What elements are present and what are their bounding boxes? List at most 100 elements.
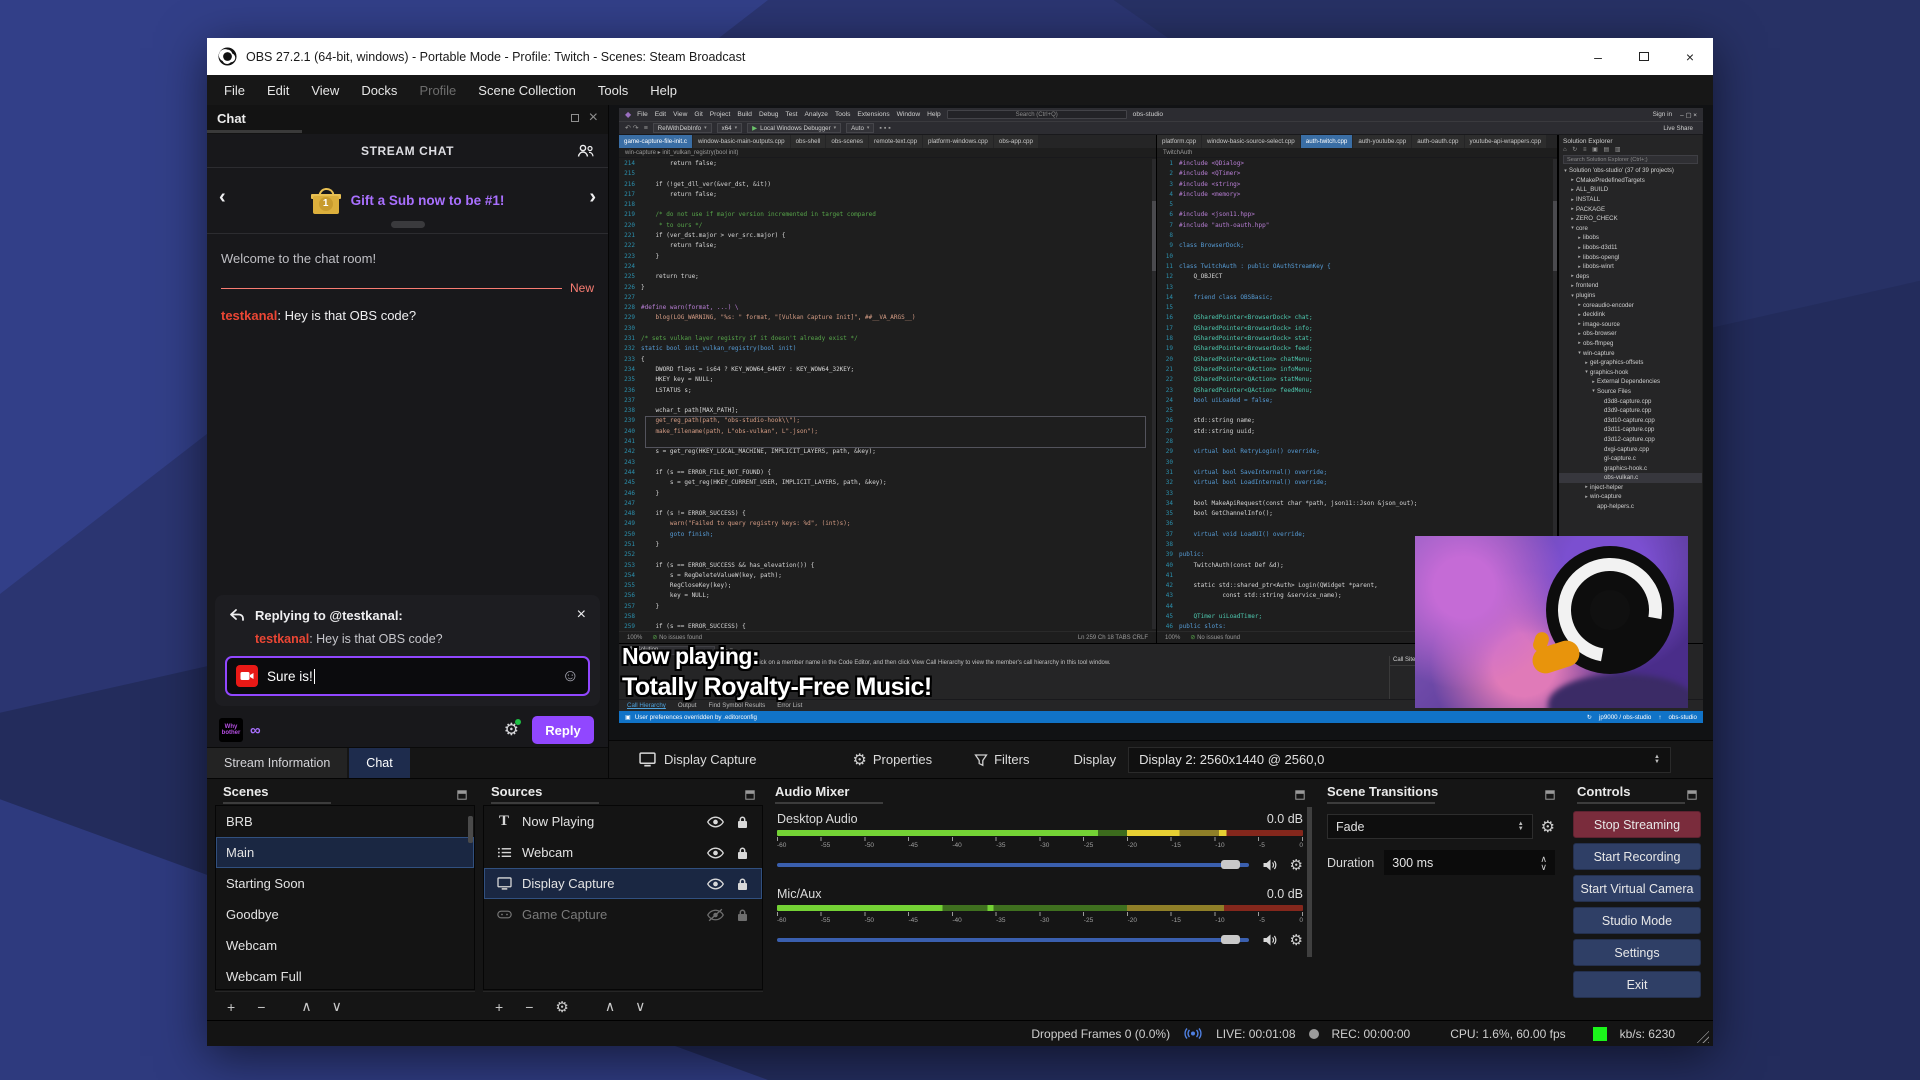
source-item-display-capture[interactable]: Display Capture — [484, 868, 762, 899]
reply-close-icon[interactable]: × — [573, 606, 590, 624]
dock-icon[interactable] — [1687, 787, 1697, 800]
chat-settings-gear-icon[interactable]: ⚙ — [504, 719, 521, 740]
source-item-now-playing[interactable]: T Now Playing — [484, 806, 762, 837]
chat-dock-titlebar[interactable]: Chat × — [207, 105, 608, 131]
scene-transitions-panel: Scene Transitions Fade ▲ ▼ ⚙ Duration 300… — [1319, 779, 1563, 1021]
eye-slash-icon[interactable] — [707, 908, 724, 922]
duration-spinner[interactable]: 300 ms ∧ ∨ — [1384, 850, 1555, 875]
dock-drag-handle[interactable] — [207, 130, 302, 133]
duration-down-icon[interactable]: ∨ — [1540, 862, 1547, 871]
menu-scene-collection[interactable]: Scene Collection — [467, 83, 587, 98]
add-source-button[interactable]: + — [495, 999, 503, 1015]
mixer-scrollbar[interactable] — [1307, 807, 1312, 957]
scene-item-webcam-full[interactable]: Webcam Full — [216, 961, 474, 989]
remove-source-button[interactable]: − — [525, 999, 533, 1015]
move-scene-down-button[interactable]: ∨ — [332, 998, 342, 1015]
controls-buttons: Stop Streaming Start Recording Start Virtu… — [1569, 804, 1705, 998]
menu-docks[interactable]: Docks — [350, 83, 408, 98]
tree-item-d3d8-capture-cpp: d3d8-capture.cpp — [1604, 397, 1652, 405]
menu-view[interactable]: View — [300, 83, 350, 98]
reply-send-button[interactable]: Reply — [532, 716, 594, 744]
chat-message: testkanal: Hey is that OBS code? — [221, 308, 594, 323]
scene-item-starting-soon[interactable]: Starting Soon — [216, 868, 474, 899]
popout-icon[interactable] — [570, 114, 579, 122]
channel-gear-icon[interactable]: ⚙ — [1290, 931, 1303, 949]
settings-button[interactable]: Settings — [1573, 939, 1701, 966]
banner-next-icon[interactable]: › — [589, 186, 596, 209]
scene-item-webcam[interactable]: Webcam — [216, 930, 474, 961]
move-source-down-button[interactable]: ∨ — [635, 998, 645, 1015]
tab-stream-information[interactable]: Stream Information — [207, 748, 348, 778]
volume-slider-handle[interactable] — [1220, 935, 1240, 944]
preview-area[interactable]: ◆ File Edit View Git Project Build Debug Test An… — [608, 105, 1713, 778]
volume-slider-handle[interactable] — [1220, 860, 1240, 869]
menu-tools[interactable]: Tools — [587, 83, 639, 98]
volume-slider[interactable] — [777, 935, 1249, 944]
move-scene-up-button[interactable]: ∧ — [301, 998, 311, 1015]
source-properties-button[interactable]: ⚙ — [555, 998, 568, 1016]
eye-icon[interactable] — [706, 846, 725, 860]
remove-scene-button[interactable]: − — [257, 999, 265, 1015]
filters-button[interactable]: Filters — [974, 752, 1029, 767]
tree-item-gl-capture-c: gl-capture.c — [1604, 455, 1636, 463]
lock-icon[interactable] — [734, 815, 751, 829]
dock-close-icon[interactable]: × — [589, 109, 598, 127]
transition-settings-gear-icon[interactable]: ⚙ — [1541, 817, 1555, 837]
resize-grip[interactable] — [1695, 1029, 1709, 1043]
properties-button[interactable]: ⚙ Properties — [853, 750, 933, 770]
tree-item-source-files: ▾ Source Files — [1592, 387, 1631, 395]
channel-gear-icon[interactable]: ⚙ — [1290, 856, 1303, 874]
emote-picker-icon[interactable]: ☺ — [562, 666, 579, 686]
speaker-icon[interactable] — [1261, 858, 1278, 872]
dock-icon[interactable] — [1295, 787, 1305, 800]
lock-icon[interactable] — [734, 877, 751, 891]
transition-select[interactable]: Fade ▲ ▼ — [1327, 814, 1533, 839]
tab-chat[interactable]: Chat — [349, 748, 410, 778]
display-select[interactable]: Display 2: 2560x1440 @ 2560,0 ▲ ▼ — [1128, 746, 1671, 773]
source-item-game-capture[interactable]: Game Capture — [484, 899, 762, 930]
dock-icon[interactable] — [745, 787, 755, 800]
tree-item-plugins: ▾ plugins — [1571, 292, 1596, 300]
channel-points-value[interactable]: ∞ — [250, 722, 261, 739]
scene-item-brb[interactable]: BRB — [216, 806, 474, 837]
eye-icon[interactable] — [706, 877, 725, 891]
viewers-icon[interactable] — [577, 143, 595, 158]
source-label: Webcam — [522, 845, 574, 860]
maximize-button[interactable] — [1621, 38, 1667, 75]
tree-item-libobs-d3d11: ▸ libobs-d3d11 — [1578, 244, 1618, 252]
mixer-channel-db: 0.0 dB — [1266, 887, 1303, 901]
volume-slider[interactable] — [777, 860, 1249, 869]
scene-item-main[interactable]: Main — [216, 837, 474, 868]
close-button[interactable]: × — [1667, 38, 1713, 75]
eye-icon[interactable] — [706, 815, 725, 829]
channel-badge[interactable]: Why bother — [219, 718, 243, 742]
move-source-up-button[interactable]: ∧ — [605, 998, 615, 1015]
exit-button[interactable]: Exit — [1573, 971, 1701, 998]
source-item-webcam[interactable]: Webcam — [484, 837, 762, 868]
dock-icon[interactable] — [457, 787, 467, 800]
chat-message-input[interactable]: Sure is! ☺ — [225, 656, 590, 696]
lock-icon[interactable] — [734, 846, 751, 860]
dock-icon[interactable] — [1545, 787, 1555, 800]
menu-help[interactable]: Help — [639, 83, 688, 98]
add-scene-button[interactable]: + — [227, 999, 235, 1015]
banner-prev-icon[interactable]: ‹ — [219, 186, 226, 209]
menu-file[interactable]: File — [213, 83, 256, 98]
speaker-icon[interactable] — [1261, 933, 1278, 947]
scene-item-goodbye[interactable]: Goodbye — [216, 899, 474, 930]
tree-item-zero-check: ▸ ZERO_CHECK — [1571, 215, 1618, 223]
minimize-button[interactable]: – — [1575, 38, 1621, 75]
gift-sub-banner[interactable]: ‹ 1 Gift a Sub now to be #1! › — [207, 168, 608, 234]
menu-profile[interactable]: Profile — [408, 83, 467, 98]
scenes-scrollbar[interactable] — [468, 816, 473, 843]
menu-edit[interactable]: Edit — [256, 83, 300, 98]
status-bar: Dropped Frames 0 (0.0%) LIVE: 00:01:08 R… — [207, 1020, 1713, 1046]
titlebar[interactable]: OBS 27.2.1 (64-bit, windows) - Portable … — [207, 38, 1713, 75]
start-recording-button[interactable]: Start Recording — [1573, 843, 1701, 870]
stream-chat-header: STREAM CHAT — [360, 143, 455, 158]
lock-icon[interactable] — [734, 908, 751, 922]
studio-mode-button[interactable]: Studio Mode — [1573, 907, 1701, 934]
stop-streaming-button[interactable]: Stop Streaming — [1573, 811, 1701, 838]
reply-quote: testkanal: Hey is that OBS code? — [255, 632, 443, 646]
start-virtual-camera-button[interactable]: Start Virtual Camera — [1573, 875, 1701, 902]
